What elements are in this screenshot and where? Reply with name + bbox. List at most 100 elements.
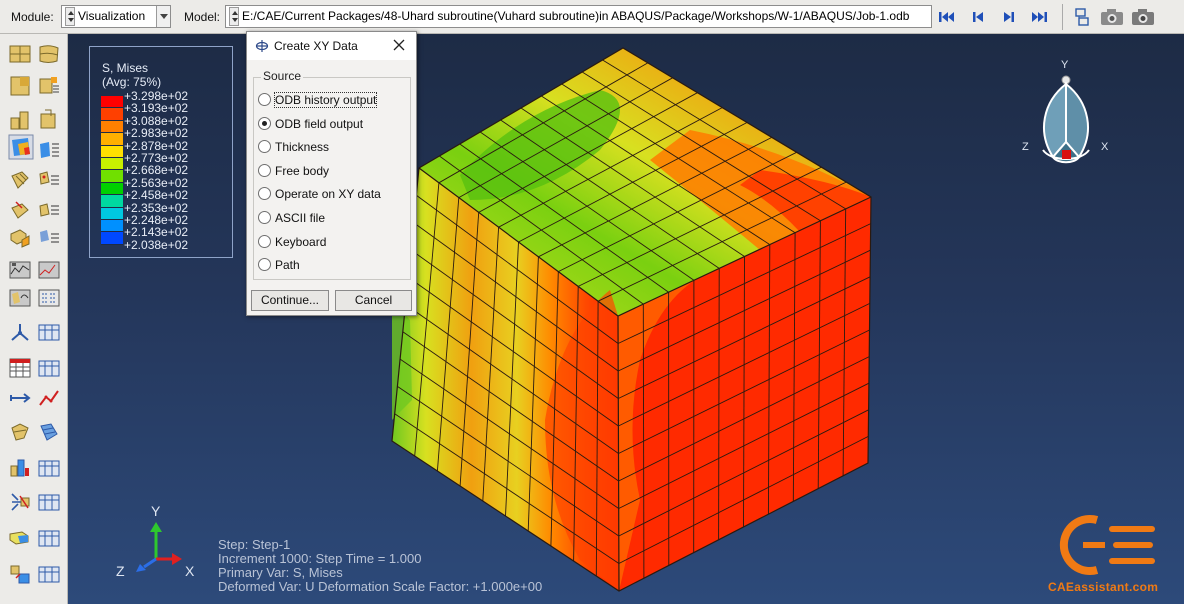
screenshot-icon[interactable] [1130, 6, 1156, 28]
stream-plot-icon[interactable] [8, 526, 32, 550]
contour-plot-active-icon[interactable] [8, 134, 34, 160]
plot-deformed-icon[interactable] [37, 42, 61, 66]
model-combo[interactable]: E:/CAE/Current Packages/48-Uhard subrout… [225, 5, 932, 28]
legend-color-band [101, 219, 123, 233]
free-body-manager-icon[interactable] [37, 490, 61, 514]
stream-manager-icon[interactable] [37, 526, 61, 550]
primary-var-info: Primary Var: S, Mises [218, 565, 343, 580]
view-triad-z-label: Z [1022, 141, 1029, 153]
module-spinner-icon[interactable] [65, 7, 75, 26]
allow-multiple-plot-states-icon[interactable] [8, 226, 32, 250]
continue-button[interactable]: Continue... [251, 290, 329, 311]
view-cut-manager-icon[interactable] [8, 320, 32, 344]
legend-value: +2.458e+02 [124, 188, 189, 203]
plot-symbols-icon[interactable] [8, 108, 32, 132]
source-option-label: Keyboard [275, 234, 327, 249]
source-option-label: Free body [275, 163, 330, 178]
axis-triad-z-label: Z [116, 563, 125, 579]
contour-model[interactable] [68, 34, 1184, 604]
symbol-options-icon[interactable] [37, 168, 61, 192]
legend-value: +2.143e+02 [124, 225, 189, 240]
view-triad[interactable] [1023, 62, 1123, 182]
radio-button[interactable] [258, 116, 271, 130]
radio-button[interactable] [258, 163, 271, 177]
radio-button[interactable] [258, 234, 271, 248]
module-combo[interactable]: Visualization [61, 5, 171, 28]
camera-icon[interactable] [1099, 6, 1125, 28]
material-orientation-icon[interactable] [8, 198, 32, 222]
step-info: Step: Step-1 [218, 537, 291, 552]
plot-contours-icon[interactable] [8, 74, 32, 98]
axis-triad-y-label: Y [151, 503, 161, 519]
create-xy-data-icon[interactable] [37, 386, 61, 410]
legend-color-band [101, 232, 123, 245]
display-group-manager-icon[interactable] [37, 320, 61, 344]
contour-options-icon[interactable] [37, 138, 61, 162]
plot-contours-options-icon[interactable] [37, 74, 61, 98]
animation-options-icon[interactable] [37, 286, 61, 310]
deformed-var-info: Deformed Var: U Deformation Scale Factor… [218, 579, 543, 594]
model-value: E:/CAE/Current Packages/48-Uhard subrout… [242, 9, 910, 23]
radio-button[interactable] [258, 211, 271, 224]
create-path-icon[interactable] [8, 386, 32, 410]
legend-color-band [101, 120, 123, 134]
last-frame-icon[interactable] [1028, 6, 1050, 28]
module-value: Visualization [78, 9, 146, 23]
source-option-label: Thickness [275, 140, 330, 155]
view-triad-y-label: Y [1061, 59, 1069, 71]
legend-value: +2.038e+02 [124, 237, 189, 252]
toolbar-separator [1062, 4, 1063, 30]
model-spinner-icon[interactable] [229, 7, 239, 26]
table-options-icon[interactable] [37, 356, 61, 380]
animate-harmonic-icon[interactable] [8, 286, 32, 310]
animation-options-icon[interactable] [1070, 6, 1092, 28]
module-dropdown-arrow-icon[interactable] [156, 6, 170, 27]
probe-values-icon[interactable] [37, 420, 61, 444]
legend-color-band [101, 96, 123, 109]
cancel-button[interactable]: Cancel [335, 290, 412, 311]
xy-plot-icon[interactable] [8, 420, 32, 444]
legend-color-band [101, 182, 123, 196]
legend-color-band [101, 145, 123, 158]
dialog-title: Create XY Data [274, 39, 358, 53]
model-label: Model: [184, 10, 221, 24]
toolbox [0, 34, 68, 604]
legend-color-band [101, 195, 123, 208]
query-information-icon[interactable] [8, 456, 32, 480]
graphics-viewport[interactable]: Y Z X Y Z X [68, 34, 1184, 604]
module-label: Module: [11, 10, 54, 24]
previous-frame-icon[interactable] [967, 6, 989, 28]
superimpose-options-icon[interactable] [37, 226, 61, 250]
source-option-label: ASCII file [275, 211, 326, 225]
source-option-label: Path [275, 258, 300, 273]
animate-time-history-icon[interactable] [37, 258, 61, 282]
create-display-group-icon[interactable] [8, 356, 32, 380]
legend-title: S, Mises [102, 61, 149, 75]
next-frame-icon[interactable] [998, 6, 1020, 28]
caeassistant-logo [1059, 515, 1155, 575]
free-body-cut-icon[interactable] [8, 490, 32, 514]
animate-scale-factor-icon[interactable] [8, 258, 32, 282]
view-triad-x-label: X [1101, 141, 1109, 153]
report-field-output-icon[interactable] [37, 456, 61, 480]
increment-info: Increment 1000: Step Time = 1.000 [218, 551, 422, 566]
source-group [253, 77, 411, 280]
legend-color-bar [101, 96, 123, 245]
close-icon[interactable] [391, 37, 407, 53]
plot-symbols-alt-icon[interactable] [8, 168, 32, 192]
display-body-manager-icon[interactable] [37, 562, 61, 586]
first-frame-icon[interactable] [936, 6, 958, 28]
top-toolbar: Module: Visualization Model: E:/CAE/Curr… [0, 0, 1184, 34]
source-option-label: Operate on XY data [275, 187, 381, 202]
create-display-body-icon[interactable] [8, 562, 32, 586]
axis-triad-x-label: X [185, 563, 195, 579]
create-xy-data-dialog[interactable]: Create XY Data Source ODB history output… [246, 31, 417, 316]
plot-material-orientations-icon[interactable] [37, 108, 61, 132]
dialog-titlebar[interactable]: Create XY Data [247, 32, 416, 60]
legend-color-band [101, 207, 123, 220]
material-orientation-options-icon[interactable] [37, 198, 61, 222]
radio-button[interactable] [258, 93, 271, 106]
plot-undeformed-icon[interactable] [8, 42, 32, 66]
legend-color-band [101, 170, 123, 183]
legend-subtitle: (Avg: 75%) [102, 75, 162, 89]
